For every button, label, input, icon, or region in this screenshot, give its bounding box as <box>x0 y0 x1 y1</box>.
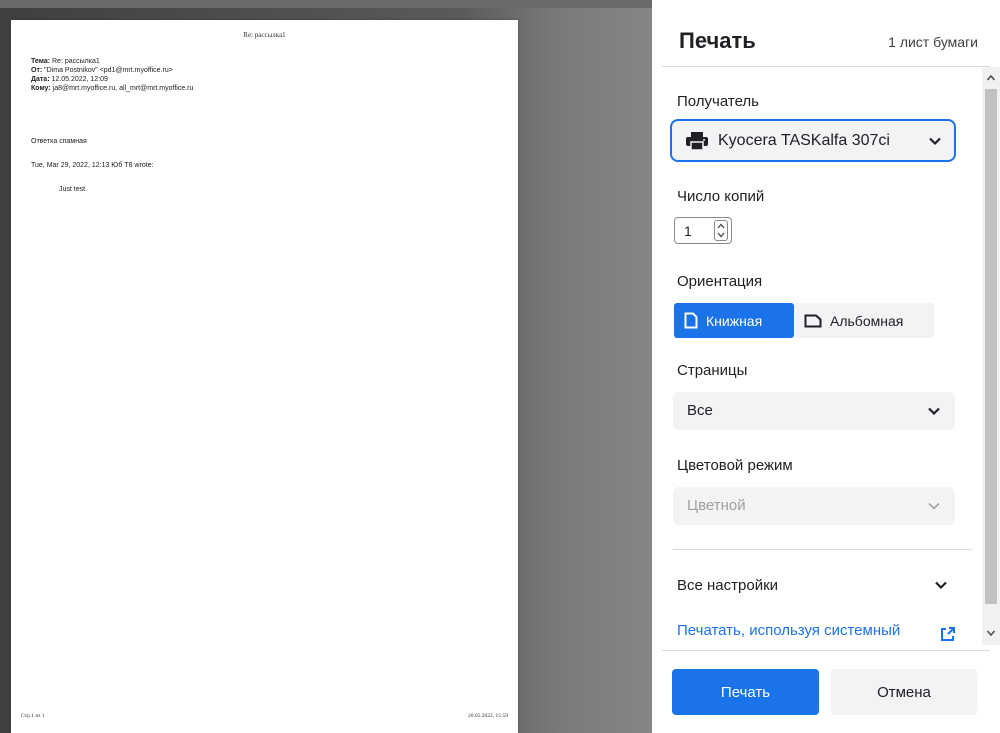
meta-from: От: "Dima Postnikov" <pd1@mrt.myoffice.r… <box>31 67 173 74</box>
cancel-button[interactable]: Отмена <box>831 669 977 715</box>
print-preview-area: Re: рассылка1 Тема: Re: рассылка1 От: "D… <box>0 0 652 733</box>
copies-value: 1 <box>684 223 692 239</box>
reply-text: Ответка спамная <box>31 138 87 145</box>
chevron-down-icon <box>928 407 940 416</box>
scrollbar-thumb[interactable] <box>985 89 997 604</box>
meta-date: Дата: 12.05.2022, 12:09 <box>31 76 108 83</box>
meta-to: Кому: ja8@mrt.myoffice.ru, all_mrt@mrt.m… <box>31 85 194 92</box>
panel-title: Печать <box>679 28 756 53</box>
orientation-label: Ориентация <box>677 273 763 290</box>
color-mode-value: Цветной <box>687 497 746 514</box>
quoted-text: Just test <box>59 186 86 193</box>
chevron-down-icon <box>928 502 940 510</box>
printer-icon <box>686 132 708 150</box>
settings-scroll-area: Получатель Kyocera TASKalfa 307ci Число … <box>652 67 980 645</box>
system-dialog-link[interactable]: Печатать, используя системный <box>677 622 900 639</box>
settings-scrollbar[interactable] <box>982 67 1000 645</box>
more-settings-toggle[interactable]: Все настройки <box>652 565 980 605</box>
orientation-landscape-label: Альбомная <box>830 312 904 329</box>
page-landscape-icon <box>804 314 822 327</box>
scroll-down-arrow-icon[interactable] <box>986 629 996 637</box>
destination-value: Kyocera TASKalfa 307ci <box>718 132 890 149</box>
wrote-line: Tue, Mar 29, 2022, 12:13 Юб T8 wrote: <box>31 162 154 169</box>
pages-label: Страницы <box>677 362 748 379</box>
footer-divider <box>662 650 990 651</box>
preview-page: Re: рассылка1 Тема: Re: рассылка1 От: "D… <box>11 20 518 733</box>
email-meta: Тема: Re: рассылка1 От: "Dima Postnikov"… <box>31 57 193 93</box>
destination-label: Получатель <box>677 93 759 110</box>
copies-stepper[interactable] <box>714 220 728 241</box>
more-settings-label: Все настройки <box>677 577 779 594</box>
page-footer-date: 20.05.2022, 15:59 <box>467 713 508 719</box>
chevron-down-icon <box>935 581 947 590</box>
color-mode-label: Цветовой режим <box>677 457 793 474</box>
page-footer-number: Стр.1 из 1 <box>21 713 45 719</box>
settings-divider <box>673 549 972 550</box>
print-button[interactable]: Печать <box>672 669 819 715</box>
print-settings-panel: Печать 1 лист бумаги Получатель Kyocera … <box>652 0 1000 733</box>
scroll-up-arrow-icon[interactable] <box>986 74 996 82</box>
page-portrait-icon <box>684 312 698 329</box>
pages-select[interactable]: Все <box>673 392 955 430</box>
destination-select[interactable]: Kyocera TASKalfa 307ci <box>670 119 956 162</box>
page-header: Re: рассылка1 <box>243 31 286 39</box>
orientation-toggle: Книжная Альбомная <box>674 303 936 338</box>
pages-value: Все <box>687 402 713 419</box>
copies-input[interactable]: 1 <box>674 217 732 244</box>
color-mode-select[interactable]: Цветной <box>673 487 955 525</box>
meta-subject: Тема: Re: рассылка1 <box>31 58 100 65</box>
copies-label: Число копий <box>677 188 765 205</box>
open-external-icon[interactable] <box>940 626 956 642</box>
chevron-down-icon <box>929 137 941 146</box>
orientation-portrait-label: Книжная <box>706 312 763 329</box>
orientation-portrait-button[interactable]: Книжная <box>674 303 794 338</box>
orientation-landscape-button[interactable]: Альбомная <box>794 303 934 338</box>
stepper-arrows-icon <box>717 223 725 238</box>
preview-top-border <box>0 0 652 8</box>
sheet-count: 1 лист бумаги <box>888 34 978 50</box>
